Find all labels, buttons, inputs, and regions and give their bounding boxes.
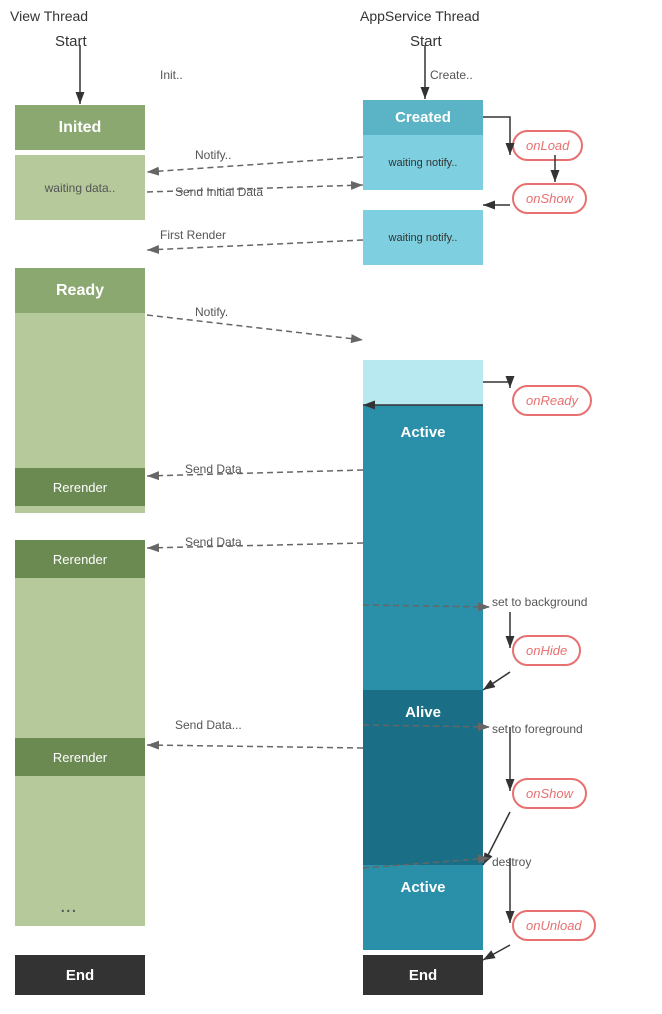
view-area3: [15, 776, 145, 926]
as-alive-area: [363, 735, 483, 865]
diagram-container: View Thread AppService Thread Start Init…: [0, 0, 662, 1014]
onready-bubble: onReady: [512, 385, 592, 416]
as-active1-area: [363, 460, 483, 690]
send-initial-label: Send Initial Data: [175, 185, 263, 199]
onshow1-bubble: onShow: [512, 183, 587, 214]
destroy-label: destroy: [492, 855, 531, 869]
view-end-block: End: [15, 955, 145, 995]
appservice-thread-header: AppService Thread: [360, 8, 480, 24]
view-rerender2: Rerender: [15, 540, 145, 578]
view-dots: ...: [60, 895, 77, 918]
as-alive-block: Alive: [363, 690, 483, 735]
view-rerender3: Rerender: [15, 738, 145, 776]
view-thread-header: View Thread: [10, 8, 88, 24]
as-active2-area: [363, 910, 483, 950]
view-rerender1: Rerender: [15, 468, 145, 506]
create-label: Create..: [430, 68, 473, 82]
as-waiting1: waiting notify..: [363, 135, 483, 190]
first-render-label: First Render: [160, 228, 226, 242]
view-inited-block: Inited: [15, 105, 145, 150]
notify1-label: Notify..: [195, 148, 231, 162]
view-ready-block: Ready: [15, 268, 145, 313]
as-start-label: Start: [410, 33, 442, 50]
as-end-block: End: [363, 955, 483, 995]
send-data3-label: Send Data...: [175, 718, 242, 732]
set-to-background-label: set to background: [492, 595, 587, 609]
as-light-blue-area: [363, 360, 483, 405]
onunload-bubble: onUnload: [512, 910, 596, 941]
init-label: Init..: [160, 68, 183, 82]
as-created-block: Created: [363, 100, 483, 135]
send-data2-label: Send Data: [185, 535, 242, 549]
send-data1-label: Send Data: [185, 462, 242, 476]
view-start-label: Start: [55, 33, 87, 50]
as-active1-block: Active: [363, 405, 483, 460]
set-to-foreground-label: set to foreground: [492, 722, 583, 736]
view-waiting-data: waiting data..: [15, 155, 145, 220]
onload-bubble: onLoad: [512, 130, 583, 161]
onshow2-bubble: onShow: [512, 778, 587, 809]
onhide-bubble: onHide: [512, 635, 581, 666]
notify2-label: Notify.: [195, 305, 228, 319]
as-active2-block: Active: [363, 865, 483, 910]
as-waiting2: waiting notify..: [363, 210, 483, 265]
